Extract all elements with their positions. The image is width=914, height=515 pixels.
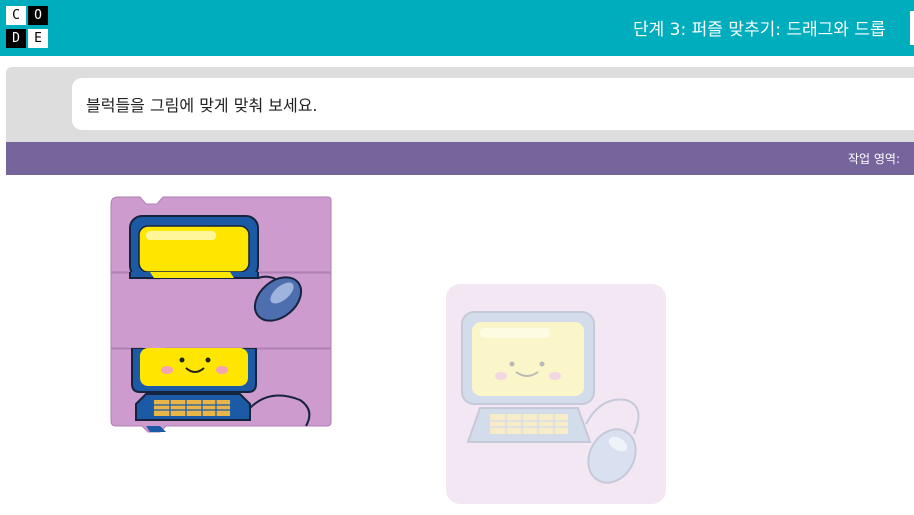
- workspace-canvas[interactable]: [6, 175, 914, 515]
- block-keyboard-graphic: [110, 347, 332, 433]
- target-picture-graphic: [446, 284, 666, 504]
- header-bar: C O D E 단계 3: 퍼즐 맞추기: 드래그와 드롭: [0, 0, 914, 56]
- instructions-text: 블럭들을 그림에 맞게 맞춰 보세요.: [86, 96, 318, 115]
- puzzle-block-mouse[interactable]: [110, 265, 332, 355]
- block-monitor-graphic: [110, 196, 332, 279]
- main-panel: 블럭들을 그림에 맞게 맞춰 보세요. 작업 영역:: [6, 67, 914, 515]
- instructions-bubble: 블럭들을 그림에 맞게 맞춰 보세요.: [72, 78, 914, 130]
- puzzle-block-keyboard[interactable]: [110, 347, 332, 433]
- logo-letter-d: D: [6, 29, 26, 48]
- target-picture: [446, 284, 666, 504]
- workspace-label: 작업 영역:: [847, 152, 900, 166]
- level-title: 단계 3: 퍼즐 맞추기: 드래그와 드롭: [633, 20, 886, 40]
- code-org-logo[interactable]: C O D E: [6, 6, 53, 50]
- logo-letter-o: O: [28, 6, 48, 25]
- puzzle-block-monitor[interactable]: [110, 196, 332, 279]
- instructions-area: 블럭들을 그림에 맞게 맞춰 보세요.: [6, 67, 914, 142]
- block-mouse-graphic: [110, 265, 332, 355]
- logo-letter-c: C: [6, 6, 26, 25]
- header-overflow-edge: [910, 11, 914, 45]
- logo-letter-e: E: [28, 29, 48, 48]
- workspace-header: 작업 영역:: [6, 142, 914, 175]
